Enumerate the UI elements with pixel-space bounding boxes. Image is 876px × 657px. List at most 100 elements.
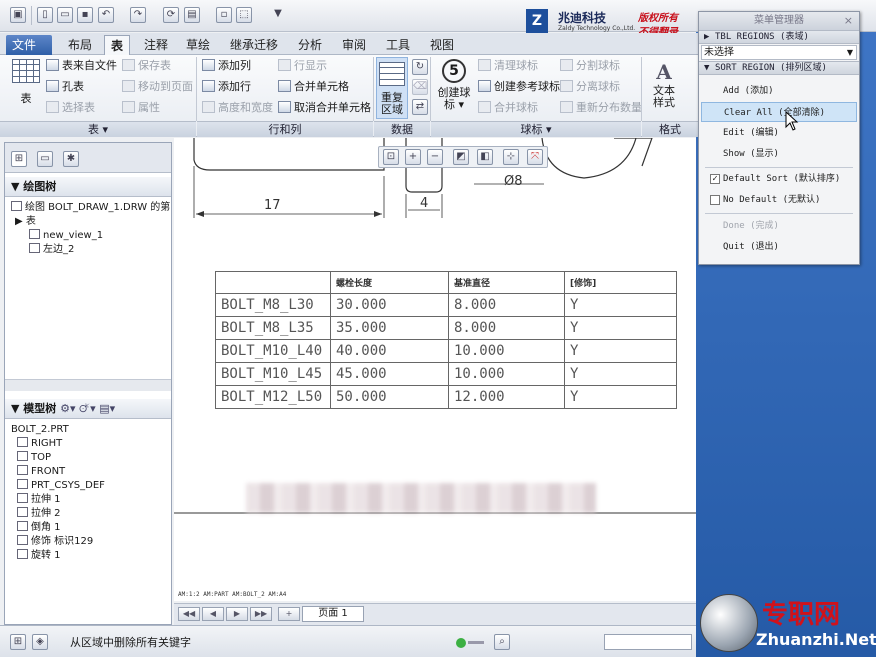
menu-check-default-sort[interactable]: ✓ Default Sort (默认排序) (701, 169, 857, 189)
new-page-icon[interactable]: + (278, 607, 300, 621)
zoom-out-icon[interactable]: − (427, 149, 443, 165)
menu-item-done[interactable]: Done (完成) (701, 216, 857, 236)
prev-page-icon[interactable]: ◀ (202, 607, 224, 621)
repaint-icon[interactable]: ◩ (453, 149, 469, 165)
table-cell[interactable]: Y (564, 293, 677, 317)
height-width-button[interactable]: 高度和宽度 (202, 100, 273, 116)
zoom-in-icon[interactable]: + (405, 149, 421, 165)
binoculars-icon[interactable]: ⌕ (494, 634, 510, 650)
create-ref-balloon-button[interactable]: 创建参考球标 (478, 79, 560, 95)
clean-balloons-button[interactable]: 清理球标 (478, 58, 538, 74)
update-tables-icon[interactable]: ↻ (412, 59, 428, 75)
table-cell[interactable]: 35.000 (330, 316, 449, 340)
dimension-17[interactable]: 17 (264, 198, 281, 213)
model-tree-header[interactable]: ▼ 模型树 ⚙▾ 🜚▾ ▤▾ (5, 399, 171, 419)
table-cell[interactable]: 40.000 (330, 339, 449, 363)
model-tree-item[interactable]: TOP (17, 451, 51, 465)
row-display-button[interactable]: 行显示 (278, 58, 327, 74)
table-cell[interactable]: BOLT_M8_L30 (215, 293, 331, 317)
model-tree-item[interactable]: 修饰 标识129 (17, 535, 93, 549)
show-browser-icon[interactable]: ◈ (32, 634, 48, 650)
model-tree-item[interactable]: 旋转 1 (17, 549, 61, 563)
tab-annotate[interactable]: 注释 (138, 35, 174, 55)
table-big-button[interactable]: 表 (10, 59, 42, 105)
annotation-display-icon[interactable]: ⤧ (527, 149, 543, 165)
properties-button[interactable]: 属性 (122, 100, 160, 116)
drawing-tree-header[interactable]: ▼ 绘图树 (5, 177, 171, 197)
menu-item-quit[interactable]: Quit (退出) (701, 237, 857, 257)
switch-symbol-icon[interactable]: ⇄ (412, 99, 428, 115)
horizontal-scrollbar[interactable] (5, 379, 171, 391)
create-balloon-button[interactable]: 5 创建球 标 ▾ (434, 59, 474, 111)
table-cell[interactable]: 8.000 (448, 316, 565, 340)
datum-display-icon[interactable]: ⊹ (503, 149, 519, 165)
balloon-group-label[interactable]: 球标 ▾ (431, 121, 641, 137)
tree-tab-icon[interactable]: ⊞ (11, 151, 27, 167)
close-window-icon[interactable]: ▫ (216, 7, 232, 23)
table-cell[interactable]: 10.000 (448, 339, 565, 363)
menu-check-no-default[interactable]: No Default (无默认) (701, 190, 857, 210)
menu-item-clear-all[interactable]: Clear All (全部清除) (701, 102, 857, 122)
add-row-button[interactable]: 添加行 (202, 79, 251, 95)
tab-view[interactable]: 视图 (424, 35, 460, 55)
repeat-region-table[interactable]: 螺栓长度 基准直径 [修饰] BOLT_M8_L30 30.000 8.000 … (215, 271, 677, 409)
table-cell[interactable]: Y (564, 385, 677, 409)
table-cell[interactable]: Y (564, 362, 677, 386)
dimension-4[interactable]: 4 (420, 196, 428, 211)
drawing-tree-table[interactable]: ▶ 表 (15, 215, 36, 229)
move-to-page-button[interactable]: 移动到页面 (122, 79, 193, 95)
table-header-cell[interactable]: [修饰] (564, 271, 677, 294)
merge-cells-button[interactable]: 合并单元格 (278, 79, 349, 95)
tab-sketch[interactable]: 草绘 (180, 35, 216, 55)
first-page-icon[interactable]: ◀◀ (178, 607, 200, 621)
model-tree-item[interactable]: FRONT (17, 465, 65, 479)
table-from-file-button[interactable]: 表来自文件 (46, 58, 117, 74)
model-tree-item[interactable]: 倒角 1 (17, 521, 61, 535)
split-balloon-button[interactable]: 分割球标 (560, 58, 620, 74)
model-tree-root[interactable]: BOLT_2.PRT (11, 423, 69, 437)
table-group-label[interactable]: 表 ▾ (0, 121, 196, 137)
detach-balloon-button[interactable]: 分离球标 (560, 79, 620, 95)
text-style-button[interactable]: A 文本 样式 (648, 59, 680, 109)
table-cell[interactable]: 45.000 (330, 362, 449, 386)
select-box-icon[interactable]: ⬚ (236, 7, 252, 23)
save-table-button[interactable]: 保存表 (122, 58, 171, 74)
refit-icon[interactable]: ⊡ (383, 149, 399, 165)
tbl-regions-section[interactable]: ▶ TBL REGIONS (表域) (699, 30, 859, 44)
tab-file[interactable]: 文件 (6, 35, 52, 55)
menu-item-add[interactable]: Add (添加) (701, 81, 857, 101)
last-page-icon[interactable]: ▶▶ (250, 607, 272, 621)
tab-layout[interactable]: 布局 (62, 35, 98, 55)
customize-dropdown-icon[interactable]: ▼ (270, 7, 286, 23)
app-icon[interactable]: ▣ (10, 7, 26, 23)
redo-icon[interactable]: ↷ (130, 7, 146, 23)
undo-icon[interactable]: ↶ (98, 7, 114, 23)
table-cell[interactable]: Y (564, 316, 677, 340)
drawing-tree-root[interactable]: 绘图 BOLT_DRAW_1.DRW 的第 1 (11, 201, 180, 215)
open-folder-icon[interactable]: ▭ (57, 7, 73, 23)
add-column-button[interactable]: 添加列 (202, 58, 251, 74)
drawing-tree-left2[interactable]: 左边_2 (29, 243, 74, 257)
tab-table[interactable]: 表 (104, 35, 131, 55)
table-header-cell[interactable]: 基准直径 (448, 271, 565, 294)
table-cell[interactable]: BOLT_M8_L35 (215, 316, 331, 340)
unmerge-cells-button[interactable]: 取消合并单元格 (278, 100, 371, 116)
eraser-icon[interactable]: ⌫ (412, 79, 428, 95)
show-navigator-icon[interactable]: ⊞ (10, 634, 26, 650)
sort-region-section[interactable]: ▼ SORT REGION (排列区域) (699, 61, 859, 75)
display-style-icon[interactable]: ◧ (477, 149, 493, 165)
region-dropdown[interactable]: 未选择 ▼ (701, 45, 857, 60)
table-cell[interactable]: BOLT_M10_L40 (215, 339, 331, 363)
page-tab-1[interactable]: 页面 1 (302, 606, 364, 622)
merge-balloons-button[interactable]: 合并球标 (478, 100, 538, 116)
next-page-icon[interactable]: ▶ (226, 607, 248, 621)
repeat-region-button[interactable]: 重复 区域 (376, 57, 408, 119)
menu-item-edit[interactable]: Edit (编辑) (701, 123, 857, 143)
table-header-cell[interactable]: 螺栓长度 (330, 271, 449, 294)
table-cell[interactable]: 12.000 (448, 385, 565, 409)
tab-tools[interactable]: 工具 (380, 35, 416, 55)
close-icon[interactable]: × (844, 14, 853, 27)
model-tree-item[interactable]: 拉伸 2 (17, 507, 61, 521)
folder-tab-icon[interactable]: ▭ (37, 151, 53, 167)
tab-legacy-migration[interactable]: 继承迁移 (224, 35, 284, 55)
